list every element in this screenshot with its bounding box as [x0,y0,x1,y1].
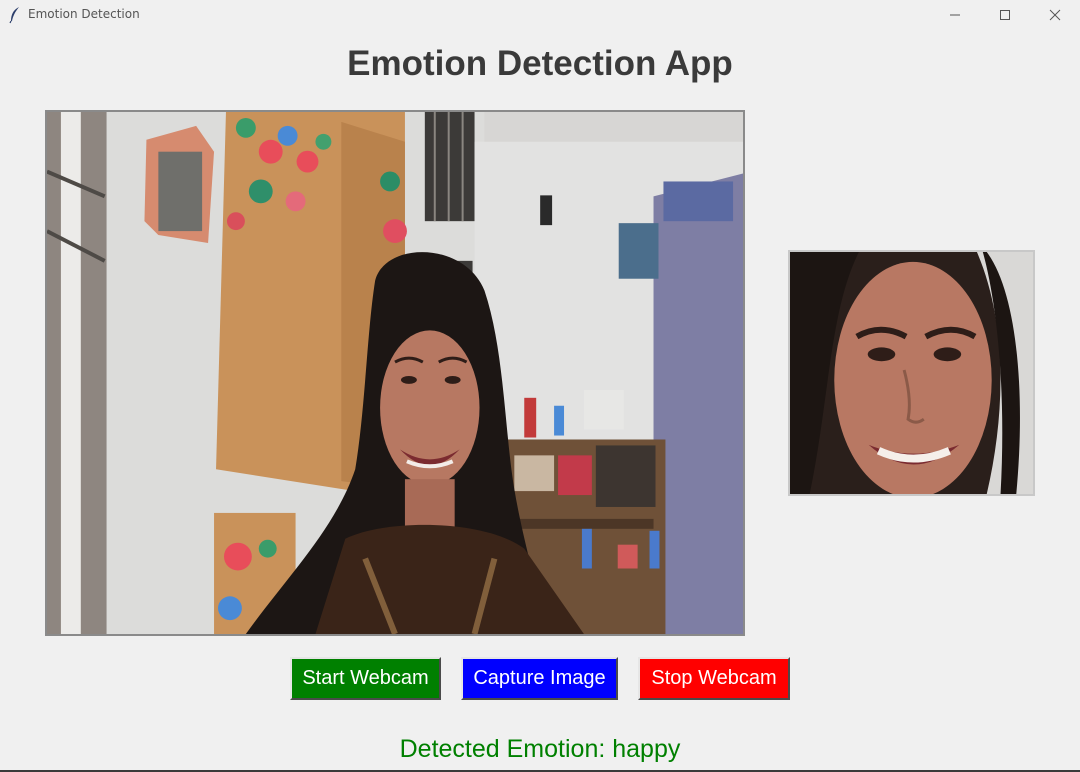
detected-emotion-label: Detected Emotion: happy [399,735,681,763]
face-crop [790,252,1033,494]
webcam-feed [45,110,745,636]
minimize-icon [950,14,960,16]
capture-image-button[interactable]: Capture Image [461,657,618,700]
close-button[interactable] [1032,0,1078,30]
page-title: Emotion Detection App [347,44,733,83]
webcam-feed-image [47,112,743,634]
maximize-icon [1000,10,1010,20]
maximize-button[interactable] [982,0,1028,30]
window-title: Emotion Detection [28,7,140,21]
close-icon [1049,9,1061,21]
minimize-button[interactable] [932,0,978,30]
captured-face-image [788,250,1035,496]
feather-icon [9,7,19,24]
start-webcam-button[interactable]: Start Webcam [290,657,441,700]
window-titlebar: Emotion Detection [0,0,1080,30]
stop-webcam-button[interactable]: Stop Webcam [638,657,790,700]
